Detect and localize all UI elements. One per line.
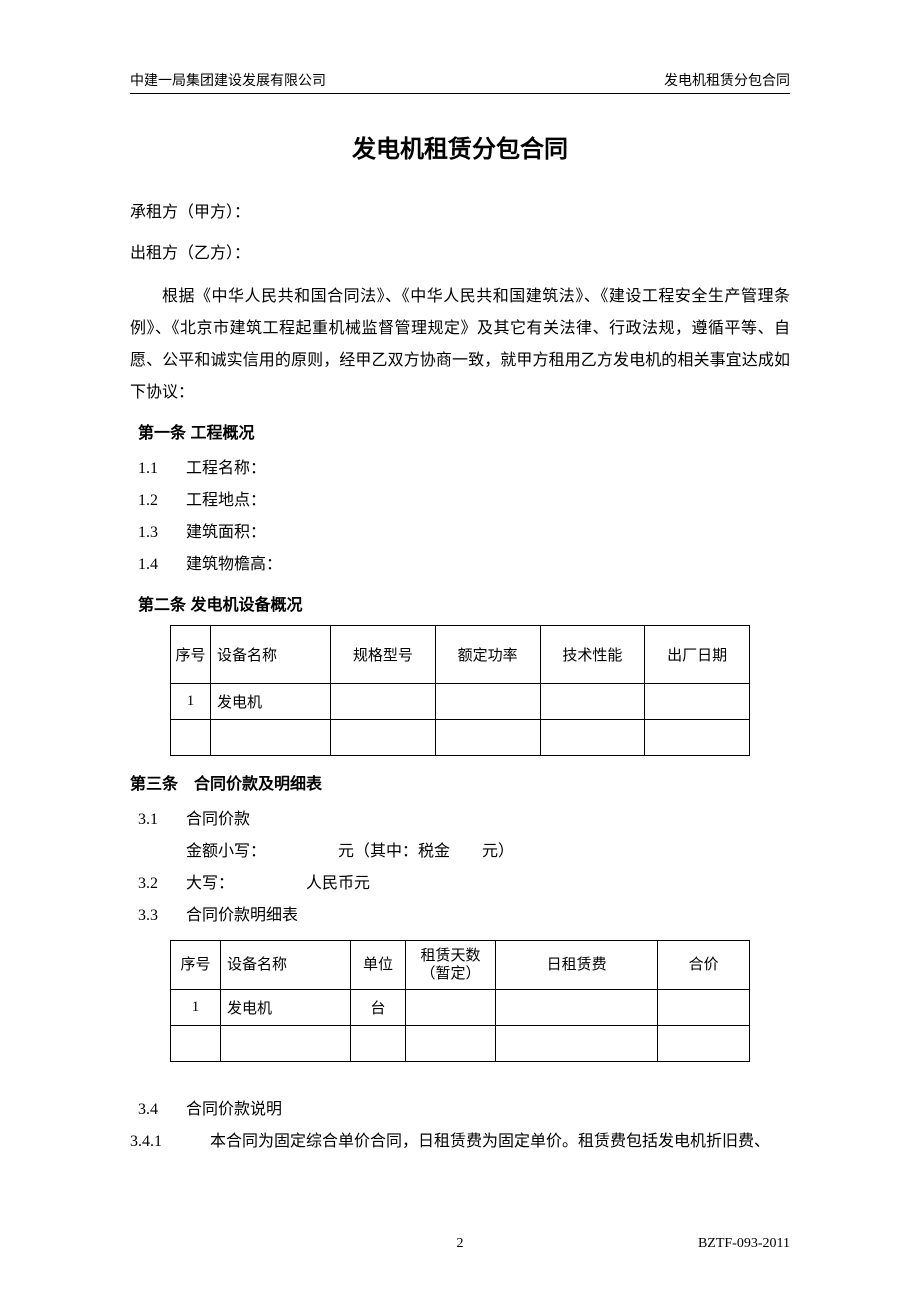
td-seq: 1 (171, 683, 211, 719)
table-row (171, 719, 750, 755)
article-1-heading: 第一条 工程概况 (130, 419, 790, 443)
table-row (171, 1025, 750, 1061)
td-power (435, 683, 540, 719)
page-number: 2 (457, 1236, 464, 1252)
td-name (211, 719, 331, 755)
td-model (331, 683, 436, 719)
item-label: 建筑物檐高： (186, 549, 282, 581)
table-header-row: 序号 设备名称 规格型号 额定功率 技术性能 出厂日期 (171, 625, 750, 683)
item-number: 1.4 (138, 549, 186, 581)
td-date (645, 719, 750, 755)
td-unit: 台 (351, 989, 406, 1025)
td-date (645, 683, 750, 719)
item-label: 合同价款说明 (186, 1094, 282, 1126)
item-3-1-sub: 金额小写： 元（其中：税金 元） (130, 836, 790, 868)
td-total (658, 1025, 750, 1061)
th-total: 合价 (658, 940, 750, 989)
item-number: 3.1 (138, 804, 186, 836)
th-seq: 序号 (171, 625, 211, 683)
header-right: 发电机租赁分包合同 (664, 70, 790, 90)
th-days: 租赁天数 （暂定） (406, 940, 496, 989)
td-total (658, 989, 750, 1025)
item-1-2: 1.2 工程地点： (130, 485, 790, 517)
item-3-3: 3.3 合同价款明细表 (130, 900, 790, 932)
td-power (435, 719, 540, 755)
doc-code: BZTF-093-2011 (698, 1236, 790, 1252)
equipment-table: 序号 设备名称 规格型号 额定功率 技术性能 出厂日期 1 发电机 (170, 625, 750, 756)
td-seq (171, 719, 211, 755)
table-row: 1 发电机 台 (171, 989, 750, 1025)
th-model: 规格型号 (331, 625, 436, 683)
item-number: 3.4.1 (130, 1126, 210, 1158)
item-3-1: 3.1 合同价款 (130, 804, 790, 836)
party-b-line: 出租方（乙方）： (130, 240, 790, 269)
intro-paragraph: 根据《中华人民共和国合同法》、《中华人民共和国建筑法》、《建设工程安全生产管理条… (130, 281, 790, 409)
item-3-2: 3.2 大写： 人民币元 (130, 868, 790, 900)
th-unit: 单位 (351, 940, 406, 989)
item-number: 1.2 (138, 485, 186, 517)
item-1-1: 1.1 工程名称： (130, 453, 790, 485)
item-label: 大写： 人民币元 (186, 868, 370, 900)
th-power: 额定功率 (435, 625, 540, 683)
item-3-4: 3.4 合同价款说明 (130, 1094, 790, 1126)
item-number: 1.1 (138, 453, 186, 485)
item-3-4-1: 3.4.1 本合同为固定综合单价合同，日租赁费为固定单价。租赁费包括发电机折旧费… (130, 1126, 790, 1158)
td-name (221, 1025, 351, 1061)
article-2-heading: 第二条 发电机设备概况 (130, 591, 790, 615)
item-label: 合同价款 (186, 804, 250, 836)
td-seq (171, 1025, 221, 1061)
td-days (406, 1025, 496, 1061)
article-3-heading: 第三条 合同价款及明细表 (130, 770, 790, 794)
td-days (406, 989, 496, 1025)
item-1-4: 1.4 建筑物檐高： (130, 549, 790, 581)
th-date: 出厂日期 (645, 625, 750, 683)
item-1-3: 1.3 建筑面积： (130, 517, 790, 549)
td-perf (540, 683, 645, 719)
th-name: 设备名称 (211, 625, 331, 683)
page-header: 中建一局集团建设发展有限公司 发电机租赁分包合同 (130, 70, 790, 94)
th-seq: 序号 (171, 940, 221, 989)
item-label: 建筑面积： (186, 517, 266, 549)
document-title: 发电机租赁分包合同 (130, 129, 790, 164)
price-table: 序号 设备名称 单位 租赁天数 （暂定） 日租赁费 合价 1 发电机 台 (170, 940, 750, 1062)
td-name: 发电机 (211, 683, 331, 719)
page-footer: 2 BZTF-093-2011 (130, 1236, 790, 1252)
td-name: 发电机 (221, 989, 351, 1025)
table-header-row: 序号 设备名称 单位 租赁天数 （暂定） 日租赁费 合价 (171, 940, 750, 989)
td-dayfee (496, 989, 658, 1025)
th-perf: 技术性能 (540, 625, 645, 683)
td-dayfee (496, 1025, 658, 1061)
party-a-line: 承租方（甲方）： (130, 199, 790, 228)
item-number: 3.2 (138, 868, 186, 900)
item-number: 3.4 (138, 1094, 186, 1126)
item-label: 合同价款明细表 (186, 900, 298, 932)
item-number: 3.3 (138, 900, 186, 932)
th-name: 设备名称 (221, 940, 351, 989)
td-seq: 1 (171, 989, 221, 1025)
item-label: 工程地点： (186, 485, 266, 517)
header-left: 中建一局集团建设发展有限公司 (130, 70, 326, 90)
td-model (331, 719, 436, 755)
item-label: 工程名称： (186, 453, 266, 485)
item-number: 1.3 (138, 517, 186, 549)
td-perf (540, 719, 645, 755)
item-text: 本合同为固定综合单价合同，日租赁费为固定单价。租赁费包括发电机折旧费、 (210, 1126, 790, 1158)
table-row: 1 发电机 (171, 683, 750, 719)
td-unit (351, 1025, 406, 1061)
th-dayfee: 日租赁费 (496, 940, 658, 989)
